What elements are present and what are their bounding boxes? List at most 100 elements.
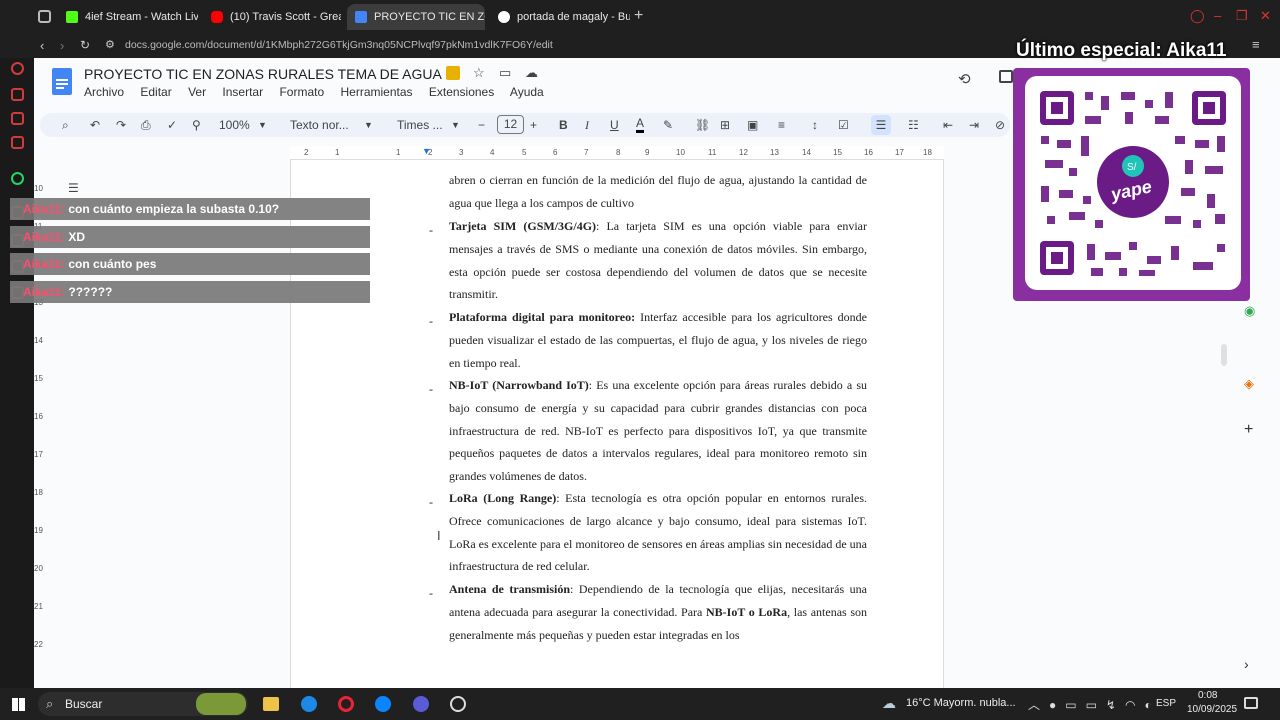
notifications-icon[interactable] [1244, 697, 1258, 709]
app-icon[interactable] [375, 696, 391, 712]
paragraph-fragment[interactable]: abren o cierran en función de la medició… [449, 169, 867, 215]
ruler-number: 15 [34, 374, 43, 383]
move-folder-icon[interactable]: ▭ [499, 65, 511, 81]
list-item[interactable]: NB-IoT (Narrowband IoT): Es una excelent… [449, 374, 867, 488]
tab-youtube[interactable]: (10) Travis Scott - Greate [203, 4, 341, 30]
tab-kick[interactable]: 4ief Stream - Watch Live [58, 4, 198, 30]
print-icon[interactable]: ⎙ [141, 117, 151, 133]
list-item[interactable]: Tarjeta SIM (GSM/3G/4G): La tarjeta SIM … [449, 215, 867, 306]
google-icon [498, 11, 510, 23]
tab-search-icon[interactable] [38, 10, 51, 23]
obs-icon[interactable] [413, 696, 429, 712]
italic-button[interactable]: I [585, 117, 589, 133]
opera-icon[interactable] [338, 696, 354, 712]
highlight-icon[interactable]: ✎ [663, 117, 673, 133]
underline-button[interactable]: U [610, 117, 619, 133]
comment-add-icon[interactable]: ⊞ [720, 117, 730, 133]
menu-herramientas[interactable]: Herramientas [340, 85, 412, 99]
clock-date[interactable]: 10/09/2025 [1187, 704, 1237, 715]
site-info-icon[interactable]: ⚙ [105, 38, 115, 51]
sidebar-app-icon[interactable] [11, 136, 24, 149]
image-icon[interactable]: ▣ [747, 117, 758, 133]
clear-formatting-icon[interactable]: ⊘ [995, 117, 1005, 133]
menu-formato[interactable]: Formato [279, 85, 324, 99]
reload-icon[interactable]: ↻ [80, 38, 90, 52]
close-icon[interactable]: ✕ [1260, 8, 1271, 24]
chat-username: Aika11: [23, 284, 66, 299]
checklist-icon[interactable]: ☑ [838, 117, 849, 133]
document-page[interactable]: abren o cierran en función de la medició… [290, 160, 944, 688]
decrease-indent-icon[interactable]: ⇤ [943, 117, 953, 133]
app-icon[interactable] [450, 696, 466, 712]
office-icon[interactable]: ◈ [1244, 376, 1260, 392]
windows-start-icon[interactable] [12, 698, 25, 711]
tab-google-docs[interactable]: PROYECTO TIC EN ZONA [347, 4, 485, 30]
clock-time[interactable]: 0:08 [1198, 690, 1217, 701]
align-icon[interactable]: ≡ [778, 117, 785, 133]
search-menus-icon[interactable]: ⌕ [62, 117, 69, 133]
paint-format-icon[interactable]: ⚲ [192, 117, 201, 133]
language-indicator[interactable]: ESP [1156, 698, 1176, 709]
scroll-indicator[interactable] [1221, 344, 1227, 366]
menu-editar[interactable]: Editar [140, 85, 171, 99]
ruler-number: 17 [895, 148, 904, 157]
comments-icon[interactable] [999, 70, 1013, 83]
line-spacing-icon[interactable]: ↕ [812, 117, 818, 133]
menu-archivo[interactable]: Archivo [84, 85, 124, 99]
profile-icon[interactable]: ◯ [1190, 8, 1205, 24]
weather-text[interactable]: 16°C Mayorm. nubla... [906, 697, 1016, 709]
menu-ver[interactable]: Ver [188, 85, 206, 99]
whatsapp-icon[interactable] [11, 172, 24, 185]
taskbar-search[interactable]: ⌕ Buscar [38, 692, 248, 716]
redo-icon[interactable]: ↷ [116, 117, 126, 133]
increase-font-size-button[interactable]: + [530, 117, 537, 133]
expand-panel-icon[interactable]: › [1244, 656, 1260, 672]
search-label: Buscar [65, 697, 103, 711]
document-title[interactable]: PROYECTO TIC EN ZONAS RURALES TEMA DE AG… [84, 66, 442, 82]
style-select[interactable]: Texto nor... [290, 117, 349, 133]
increase-indent-icon[interactable]: ⇥ [969, 117, 979, 133]
maximize-icon[interactable]: ❐ [1236, 8, 1248, 24]
spellcheck-icon[interactable]: ✓ [167, 117, 177, 133]
menu-insertar[interactable]: Insertar [222, 85, 263, 99]
bold-button[interactable]: B [559, 117, 568, 133]
yape-qr-overlay: S/ yape [1013, 68, 1250, 301]
ruler-number: 18 [923, 148, 932, 157]
list-item[interactable]: LoRa (Long Range): Esta tecnología es ot… [449, 487, 867, 578]
bulleted-list-icon[interactable]: ☰ [871, 115, 891, 135]
star-icon[interactable]: ☆ [473, 65, 485, 81]
undo-icon[interactable]: ↶ [90, 117, 100, 133]
decrease-font-size-button[interactable]: − [478, 117, 485, 133]
link-icon[interactable]: ⛓ [695, 117, 710, 133]
ruler-number: 19 [34, 526, 43, 535]
zoom-select[interactable]: 100% [219, 117, 250, 133]
chat-text: ?????? [68, 284, 113, 299]
list-item[interactable]: Plataforma digital para monitoreo: Inter… [449, 306, 867, 374]
numbered-list-icon[interactable]: ☷ [908, 117, 919, 133]
list-item[interactable]: Antena de transmisión: Dependiendo de la… [449, 578, 867, 646]
new-tab-button[interactable]: + [634, 7, 643, 25]
file-explorer-icon[interactable] [263, 697, 279, 711]
sidebar-app-icon[interactable] [11, 62, 24, 75]
maps-icon[interactable]: ◉ [1244, 303, 1260, 319]
menu-extensiones[interactable]: Extensiones [429, 85, 494, 99]
document-outline-icon[interactable]: ☰ [68, 181, 79, 195]
browser-menu-icon[interactable]: ≡ [1252, 37, 1260, 52]
back-icon[interactable]: ‹ [40, 38, 44, 53]
tab-google-search[interactable]: portada de magaly - Busc [490, 4, 630, 30]
font-size-input[interactable]: 12 [497, 115, 524, 134]
extension-icon[interactable] [446, 66, 460, 80]
edge-icon[interactable] [301, 696, 317, 712]
ruler-number: 14 [34, 336, 43, 345]
font-select[interactable]: Times ... [397, 117, 443, 133]
version-history-icon[interactable]: ⟲ [958, 70, 971, 88]
add-addon-icon[interactable]: + [1244, 421, 1260, 438]
menu-ayuda[interactable]: Ayuda [510, 85, 544, 99]
text-color-button[interactable]: A [636, 117, 645, 133]
sidebar-app-icon[interactable] [11, 112, 24, 125]
forward-icon[interactable]: › [60, 38, 64, 53]
minimize-icon[interactable]: – [1214, 8, 1221, 23]
sidebar-app-icon[interactable] [11, 88, 24, 101]
url-text[interactable]: docs.google.com/document/d/1KMbph272G6Tk… [125, 39, 553, 51]
chat-text: con cuánto pes [68, 257, 157, 271]
